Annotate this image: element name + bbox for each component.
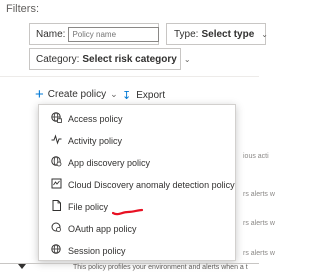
chevron-down-icon: ⌄ [183, 54, 191, 64]
file-icon [49, 200, 63, 214]
type-filter-value: Select type [201, 28, 255, 40]
plus-icon: + [35, 85, 44, 103]
activity-icon [49, 134, 63, 148]
menu-item-activity-policy[interactable]: Activity policy [39, 130, 235, 152]
policy-name-input[interactable] [68, 26, 160, 42]
menu-item-label: Session policy [68, 246, 126, 256]
policy-description-text: This policy profiles your environment an… [73, 264, 248, 271]
create-policy-label: Create policy [47, 89, 107, 100]
menu-item-access-policy[interactable]: Access policy [39, 108, 235, 130]
create-policy-button[interactable]: + Create policy ⌄ [35, 85, 118, 103]
name-filter: Name: [29, 23, 160, 45]
type-filter-label: Type: [174, 28, 199, 40]
anomaly-icon [49, 178, 63, 192]
menu-item-label: Access policy [68, 114, 123, 124]
background-row-text: rs alerts w [243, 220, 275, 227]
filters-heading: Filters: [6, 3, 39, 15]
globe-session-icon [49, 244, 63, 258]
background-row-text: ious acti [243, 153, 269, 160]
download-icon: ↧ [122, 90, 132, 102]
name-filter-label: Name: [36, 28, 66, 40]
divider [0, 76, 259, 77]
export-label: Export [136, 90, 166, 101]
menu-item-label: Activity policy [68, 136, 123, 146]
globe-search-icon [49, 156, 63, 170]
expand-triangle-icon[interactable] [18, 264, 26, 269]
category-filter-value: Select risk category [82, 53, 177, 65]
oauth-icon [49, 222, 63, 236]
export-button[interactable]: ↧ Export [122, 89, 165, 102]
chevron-down-icon: ⌄ [110, 89, 118, 99]
category-filter-dropdown[interactable]: Category: Select risk category ⌄ [29, 48, 191, 70]
red-annotation-underline [112, 208, 144, 216]
menu-item-label: File policy [68, 202, 109, 212]
menu-item-cloud-discovery-anomaly-policy[interactable]: Cloud Discovery anomaly detection policy [39, 174, 235, 196]
menu-item-label: Cloud Discovery anomaly detection policy [68, 180, 235, 190]
menu-item-label: OAuth app policy [68, 224, 137, 234]
menu-item-session-policy[interactable]: Session policy [39, 240, 235, 262]
background-row-text: rs alerts w [243, 250, 275, 257]
globe-lock-icon [49, 112, 63, 126]
chevron-down-icon: ⌄ [261, 29, 268, 39]
menu-item-label: App discovery policy [68, 158, 151, 168]
category-filter-label: Category: [36, 53, 80, 65]
type-filter-dropdown[interactable]: Type: Select type ⌄ [166, 23, 268, 45]
background-row-text: rs alerts w [243, 191, 275, 198]
menu-item-app-discovery-policy[interactable]: App discovery policy [39, 152, 235, 174]
create-policy-menu: Access policy Activity policy App discov… [38, 104, 236, 261]
menu-item-oauth-app-policy[interactable]: OAuth app policy [39, 218, 235, 240]
